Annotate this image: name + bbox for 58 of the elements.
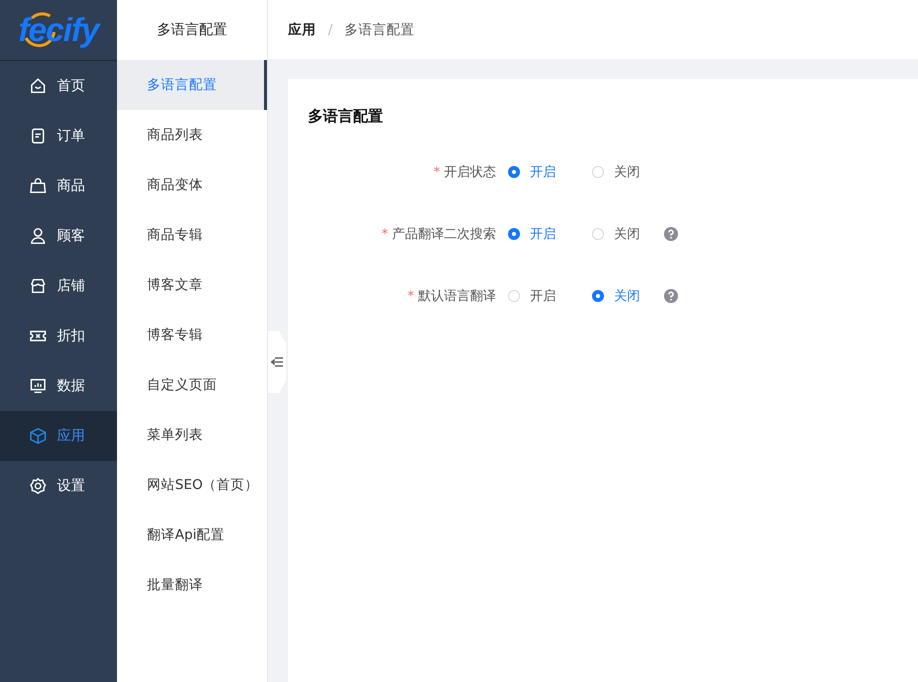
nav-item[interactable]: 设置 bbox=[0, 461, 117, 511]
nav-label: 折扣 bbox=[57, 327, 85, 345]
submenu-item[interactable]: 网站SEO（首页） bbox=[117, 460, 267, 510]
radio-option[interactable]: 关闭 bbox=[592, 163, 640, 181]
submenu-item[interactable]: 翻译Api配置 bbox=[117, 510, 267, 560]
breadcrumb-item: 多语言配置 bbox=[344, 20, 415, 38]
radio-option[interactable]: 开启 bbox=[508, 287, 556, 305]
nav-label: 数据 bbox=[57, 377, 85, 395]
breadcrumb-item[interactable]: 应用 bbox=[288, 20, 316, 38]
document-icon bbox=[29, 127, 47, 145]
user-icon bbox=[29, 227, 47, 245]
submenu-item[interactable]: 菜单列表 bbox=[117, 410, 267, 460]
submenu-item[interactable]: 自定义页面 bbox=[117, 360, 267, 410]
required-mark: * bbox=[434, 165, 440, 180]
submenu-item[interactable]: 博客文章 bbox=[117, 260, 267, 310]
home-icon bbox=[29, 77, 47, 95]
radio-option[interactable]: 关闭 bbox=[592, 287, 640, 305]
radio-option[interactable]: 开启 bbox=[508, 225, 556, 243]
nav-item[interactable]: 应用 bbox=[0, 411, 117, 461]
box-icon bbox=[29, 427, 47, 445]
radio-option[interactable]: 关闭 bbox=[592, 225, 640, 243]
submenu-item[interactable]: 批量翻译 bbox=[117, 560, 267, 610]
submenu-item[interactable]: 商品专辑 bbox=[117, 210, 267, 260]
card-title: 多语言配置 bbox=[308, 107, 384, 126]
field-label: 默认语言翻译 bbox=[418, 289, 496, 304]
nav-item[interactable]: 订单 bbox=[0, 111, 117, 161]
gear-icon bbox=[29, 477, 47, 495]
field-label: 产品翻译二次搜索 bbox=[392, 227, 496, 242]
radio-option[interactable]: 开启 bbox=[508, 163, 556, 181]
bag-icon bbox=[29, 177, 47, 195]
nav-label: 商品 bbox=[57, 177, 85, 195]
nav-label: 首页 bbox=[57, 77, 85, 95]
help-icon[interactable] bbox=[664, 227, 678, 241]
chart-icon bbox=[29, 377, 47, 395]
nav-label: 应用 bbox=[57, 427, 85, 445]
required-mark: * bbox=[408, 289, 414, 304]
nav-label: 设置 bbox=[57, 477, 85, 495]
submenu-title: 多语言配置 bbox=[156, 21, 228, 40]
nav-item[interactable]: 店铺 bbox=[0, 261, 117, 311]
nav-item[interactable]: 数据 bbox=[0, 361, 117, 411]
help-icon[interactable] bbox=[664, 289, 678, 303]
submenu-item[interactable]: 博客专辑 bbox=[117, 310, 267, 360]
nav-label: 店铺 bbox=[57, 277, 85, 295]
required-mark: * bbox=[382, 227, 388, 242]
nav-item[interactable]: 折扣 bbox=[0, 311, 117, 361]
collapse-icon bbox=[271, 357, 283, 367]
submenu-item[interactable]: 商品列表 bbox=[117, 110, 267, 160]
nav-item[interactable]: 商品 bbox=[0, 161, 117, 211]
collapse-button[interactable] bbox=[268, 331, 286, 393]
nav-label: 顾客 bbox=[57, 227, 85, 245]
submenu-item[interactable]: 商品变体 bbox=[117, 160, 267, 210]
shop-icon bbox=[29, 277, 47, 295]
nav-label: 订单 bbox=[57, 127, 85, 145]
nav-item[interactable]: 首页 bbox=[0, 61, 117, 111]
breadcrumb-separator: / bbox=[328, 22, 333, 38]
nav-item[interactable]: 顾客 bbox=[0, 211, 117, 261]
submenu-item[interactable]: 多语言配置 bbox=[117, 60, 267, 110]
field-label: 开启状态 bbox=[444, 165, 496, 180]
